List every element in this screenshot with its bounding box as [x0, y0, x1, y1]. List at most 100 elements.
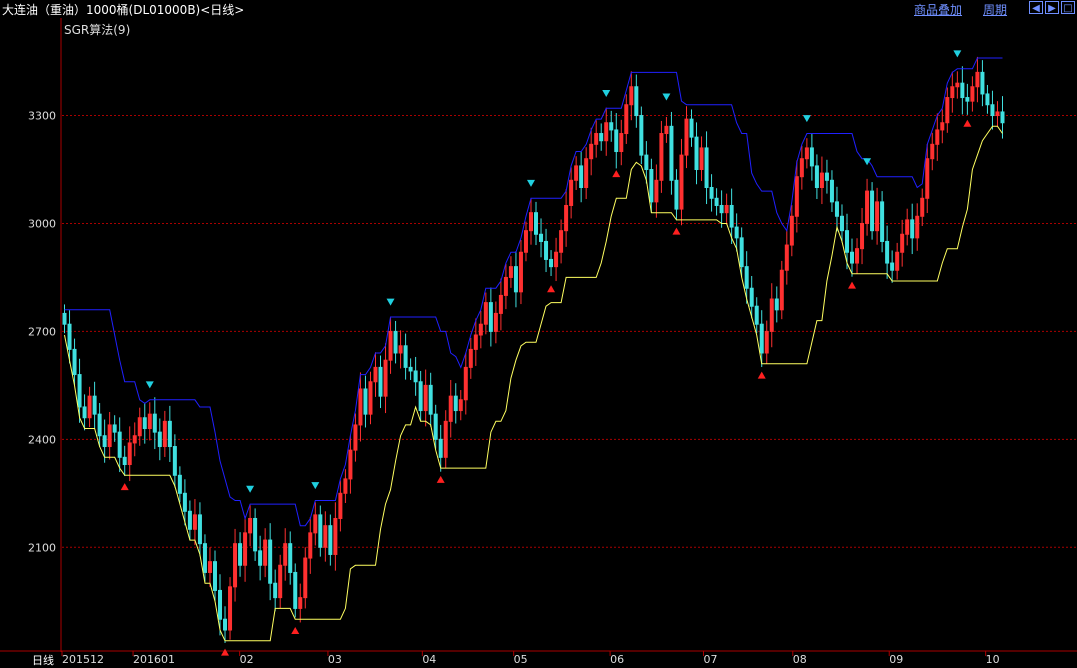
candle-body — [338, 492, 343, 519]
candle-body — [388, 330, 393, 361]
candle-body — [584, 158, 589, 188]
candle-body — [865, 190, 870, 224]
buy-marker — [120, 483, 129, 491]
candle-body — [132, 435, 137, 444]
candle-body — [268, 539, 273, 584]
candle-body — [453, 395, 458, 412]
candle-body — [629, 86, 634, 106]
y-axis: 2100 2400 2700 3000 3300 — [28, 110, 56, 555]
sell-marker — [311, 482, 320, 490]
candle-body — [248, 517, 253, 534]
candle-body — [834, 201, 839, 217]
candle-body — [217, 589, 223, 620]
candle-body — [308, 532, 313, 559]
candle-body — [202, 543, 207, 573]
candle-body — [167, 420, 172, 448]
buy-marker — [963, 119, 972, 127]
candle-body — [574, 165, 579, 181]
candle-body — [749, 287, 754, 307]
candle-body — [478, 323, 483, 336]
candle-body — [488, 302, 493, 332]
candle-body — [142, 417, 147, 430]
candle-body — [493, 312, 498, 332]
candle-body — [438, 438, 443, 458]
candle-body — [157, 431, 162, 448]
candle-body — [975, 71, 980, 88]
candle-body — [960, 82, 965, 99]
candle-body — [809, 147, 814, 167]
candle-body — [433, 413, 438, 440]
candle-body — [940, 122, 945, 131]
candle-body — [694, 136, 699, 171]
candle-body — [283, 543, 288, 566]
candle-body — [298, 597, 303, 609]
buy-marker — [547, 285, 556, 293]
candle-body — [187, 510, 192, 530]
candle-body — [107, 424, 112, 448]
buy-marker — [757, 371, 766, 379]
candle-body — [263, 539, 268, 566]
candle-body — [539, 233, 544, 242]
candle-body — [293, 571, 298, 609]
candle-body — [875, 201, 880, 232]
candle-body — [900, 233, 905, 253]
candle-body — [468, 348, 473, 368]
price-chart[interactable]: 2100 2400 2700 3000 3300 201512 201601 02 03 04 0… — [0, 0, 1077, 666]
candle-body — [423, 384, 428, 412]
buy-marker — [612, 170, 621, 178]
sell-marker — [662, 93, 671, 101]
candle-body — [518, 251, 523, 293]
candle-body — [363, 388, 368, 415]
sell-marker — [953, 50, 962, 58]
candle-body — [1000, 111, 1005, 124]
candle-body — [759, 323, 764, 354]
candle-body — [473, 334, 478, 350]
candles — [62, 56, 1005, 643]
candle-body — [789, 215, 794, 246]
candle-body — [253, 517, 258, 552]
candle-body — [192, 514, 197, 530]
candle-body — [764, 330, 769, 354]
sell-marker — [145, 381, 154, 389]
sell-marker — [386, 298, 395, 306]
candle-body — [634, 86, 639, 117]
candle-body — [719, 204, 724, 214]
candle-body — [137, 417, 142, 437]
candle-body — [498, 294, 503, 314]
x-tick-label: 04 — [422, 653, 436, 666]
candle-body — [448, 395, 453, 422]
indicator-label: SGR算法(9) — [64, 23, 131, 37]
candle-body — [549, 258, 554, 268]
candle-body — [278, 564, 283, 599]
candle-body — [829, 179, 834, 203]
candle-body — [980, 71, 985, 95]
candle-body — [207, 561, 212, 573]
x-tick-label: 02 — [240, 653, 254, 666]
candle-body — [328, 525, 333, 555]
candle-body — [659, 133, 664, 181]
candle-body — [413, 370, 418, 383]
y-tick-label: 2400 — [28, 433, 56, 446]
candle-body — [794, 176, 799, 217]
candle-body — [443, 420, 448, 458]
candle-body — [850, 251, 855, 264]
candle-body — [223, 618, 228, 631]
candle-body — [799, 158, 804, 178]
candle-body — [714, 197, 719, 206]
candle-body — [684, 118, 689, 156]
candle-body — [483, 302, 488, 325]
candle-body — [393, 330, 398, 354]
candle-body — [729, 204, 734, 228]
candle-body — [784, 244, 789, 271]
candle-body — [368, 381, 373, 415]
candle-body — [177, 474, 182, 494]
candle-body — [378, 366, 383, 397]
x-tick-label: 201512 — [62, 653, 104, 666]
candle-body — [534, 212, 539, 235]
candle-body — [403, 345, 408, 368]
candle-body — [649, 169, 654, 203]
candle-body — [804, 147, 809, 160]
candle-body — [554, 251, 559, 268]
candle-body — [353, 424, 358, 451]
candle-body — [774, 298, 779, 311]
